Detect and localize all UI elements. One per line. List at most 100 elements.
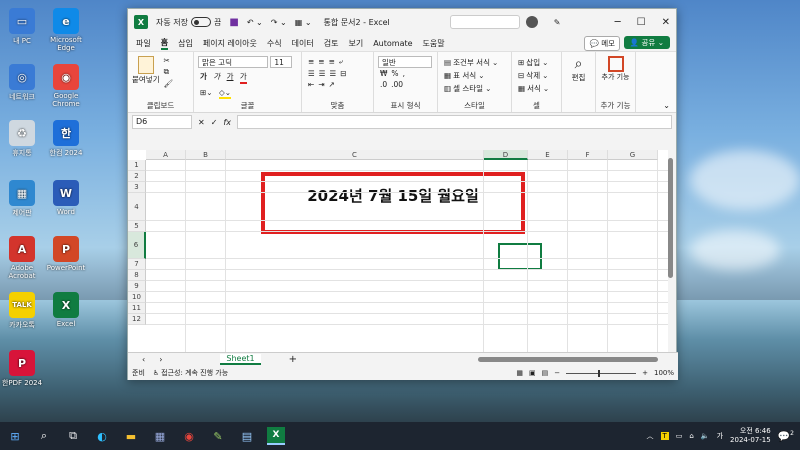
wrap-text-icon[interactable]: ⤶: [339, 57, 343, 67]
desktop-icon-word[interactable]: W Word: [44, 180, 88, 216]
formula-input[interactable]: [236, 115, 672, 129]
add-sheet-button[interactable]: +: [289, 354, 297, 365]
desktop-icon-chrome[interactable]: ◉ Google Chrome: [44, 64, 88, 108]
desktop-icon-acrobat[interactable]: A Adobe Acrobat: [0, 236, 44, 280]
editing-group[interactable]: ⌕ 편집: [562, 52, 596, 112]
column-header-D[interactable]: D: [484, 150, 528, 160]
memo-button[interactable]: 💬 메모: [584, 36, 620, 51]
close-button[interactable]: ✕: [662, 17, 670, 28]
table-format-button[interactable]: ▦ 표 서식 ⌄: [444, 70, 484, 81]
battery-icon[interactable]: ▭: [676, 432, 683, 440]
menu-tab-0[interactable]: 파일: [136, 38, 151, 49]
zoom-level[interactable]: 100%: [654, 369, 674, 377]
vertical-scrollbar[interactable]: [668, 150, 674, 352]
percent-icon[interactable]: %: [391, 69, 398, 78]
border-icon[interactable]: ⊞⌄: [200, 88, 213, 97]
undo-icon[interactable]: ↶ ⌄: [247, 18, 263, 27]
search-input[interactable]: [449, 15, 520, 29]
edge-icon[interactable]: ◐: [93, 427, 111, 445]
copy-icon[interactable]: ⧉: [164, 67, 174, 77]
row-header-9[interactable]: 9: [128, 281, 146, 292]
align-bottom-icon[interactable]: ≡: [329, 57, 335, 66]
column-header-F[interactable]: F: [568, 150, 608, 160]
align-right-icon[interactable]: ☰: [329, 69, 336, 78]
column-header-C[interactable]: C: [226, 150, 484, 160]
row-header-3[interactable]: 3: [128, 182, 146, 193]
sheet-tab[interactable]: Sheet1: [220, 354, 261, 365]
enter-icon[interactable]: ✓: [211, 118, 218, 127]
align-top-icon[interactable]: ≡: [308, 57, 314, 66]
indent-icon[interactable]: ⇤: [308, 80, 314, 89]
desktop-icon-kakaotalk[interactable]: TALK 카카오톡: [0, 292, 44, 330]
save-icon[interactable]: ■: [229, 17, 238, 28]
align-left-icon[interactable]: ☰: [308, 69, 315, 78]
tray-chevron-icon[interactable]: ︿: [647, 431, 654, 441]
underline-button[interactable]: 가: [227, 71, 234, 82]
zoom-in-button[interactable]: +: [642, 369, 648, 377]
desktop-icon-powerpoint[interactable]: P PowerPoint: [44, 236, 88, 272]
normal-view-icon[interactable]: ▦: [516, 369, 523, 377]
font-color-button[interactable]: 가: [239, 71, 247, 84]
row-header-6[interactable]: 6: [128, 232, 146, 259]
desktop-icon-edge[interactable]: e Microsoft Edge: [44, 8, 88, 52]
file-explorer-icon[interactable]: ▬: [122, 427, 140, 445]
menu-tab-4[interactable]: 수식: [267, 38, 282, 49]
format-cells-button[interactable]: ▦ 서식 ⌄: [518, 83, 549, 94]
vertical-scroll-thumb[interactable]: [668, 158, 673, 278]
italic-button[interactable]: 가: [213, 71, 220, 82]
cell-styles-button[interactable]: ▥ 셀 스타일 ⌄: [444, 83, 491, 94]
row-header-1[interactable]: 1: [128, 160, 146, 171]
menu-tab-6[interactable]: 검토: [324, 38, 339, 49]
kakaotalk-tray-icon[interactable]: T: [660, 432, 669, 440]
desktop-icon-control-panel[interactable]: ▦ 제어판: [0, 180, 44, 218]
addins-button-label[interactable]: 추가 기능: [600, 72, 631, 82]
align-center-icon[interactable]: ☰: [319, 69, 326, 78]
bold-button[interactable]: 가: [200, 71, 207, 82]
currency-icon[interactable]: ₩: [380, 69, 387, 78]
column-header-A[interactable]: A: [146, 150, 186, 160]
maximize-button[interactable]: ☐: [637, 17, 646, 28]
desktop-icon-hancom[interactable]: 한 한컴 2024: [44, 120, 88, 158]
page-layout-icon[interactable]: ▣: [529, 369, 536, 377]
desktop-icon-network[interactable]: ◎ 네트워크: [0, 64, 44, 102]
row-header-8[interactable]: 8: [128, 270, 146, 281]
cancel-icon[interactable]: ✕: [198, 118, 205, 127]
share-button[interactable]: 👤 공유 ⌄: [623, 36, 670, 49]
row-header-2[interactable]: 2: [128, 171, 146, 182]
next-sheet-icon[interactable]: ›: [159, 355, 162, 364]
desktop-icon-excel[interactable]: X Excel: [44, 292, 88, 328]
zoom-slider[interactable]: [566, 369, 637, 377]
page-break-icon[interactable]: ▤: [542, 369, 549, 377]
task-view-icon[interactable]: ⧉: [64, 427, 82, 445]
prev-sheet-icon[interactable]: ‹: [142, 355, 145, 364]
row-header-11[interactable]: 11: [128, 303, 146, 314]
merge-icon[interactable]: ⊟: [340, 69, 346, 78]
zoom-out-button[interactable]: −: [554, 369, 560, 377]
menu-tab-1[interactable]: 홈: [160, 37, 169, 50]
search-icon[interactable]: ⌕: [35, 427, 53, 445]
menu-tab-9[interactable]: 도움말: [423, 38, 445, 49]
clock[interactable]: 오전 6:46 2024-07-15: [730, 427, 771, 445]
menu-tab-8[interactable]: Automate: [373, 39, 412, 48]
row-header-7[interactable]: 7: [128, 259, 146, 270]
ime-indicator[interactable]: 가: [717, 431, 723, 441]
row-header-10[interactable]: 10: [128, 292, 146, 303]
desktop-icon-recycle-bin[interactable]: ♻ 휴지통: [0, 120, 44, 158]
insert-cells-button[interactable]: ⊞ 삽입 ⌄: [518, 57, 548, 68]
notepad-icon[interactable]: ▤: [238, 427, 256, 445]
network-icon[interactable]: ⌂: [689, 432, 693, 440]
outdent-icon[interactable]: ⇥: [318, 80, 324, 89]
autosave[interactable]: 자동 저장 끔: [156, 17, 221, 28]
format-painter-icon[interactable]: 🖌: [164, 79, 174, 88]
align-middle-icon[interactable]: ≡: [318, 57, 324, 66]
menu-tab-3[interactable]: 페이지 레이아웃: [203, 38, 257, 49]
font-size-select[interactable]: 11: [270, 56, 293, 68]
column-header-E[interactable]: E: [528, 150, 568, 160]
comma-icon[interactable]: ,: [403, 69, 405, 78]
store-icon[interactable]: ▦: [151, 427, 169, 445]
menu-tab-2[interactable]: 삽입: [178, 38, 193, 49]
font-name-select[interactable]: 맑은 고딕: [198, 56, 268, 68]
cell-c4[interactable]: 2024년 7월 15일 월요일: [278, 185, 508, 206]
accessibility-status[interactable]: 접근성: 계속 진행 가능: [161, 368, 228, 378]
active-cell-d6[interactable]: [498, 243, 542, 270]
